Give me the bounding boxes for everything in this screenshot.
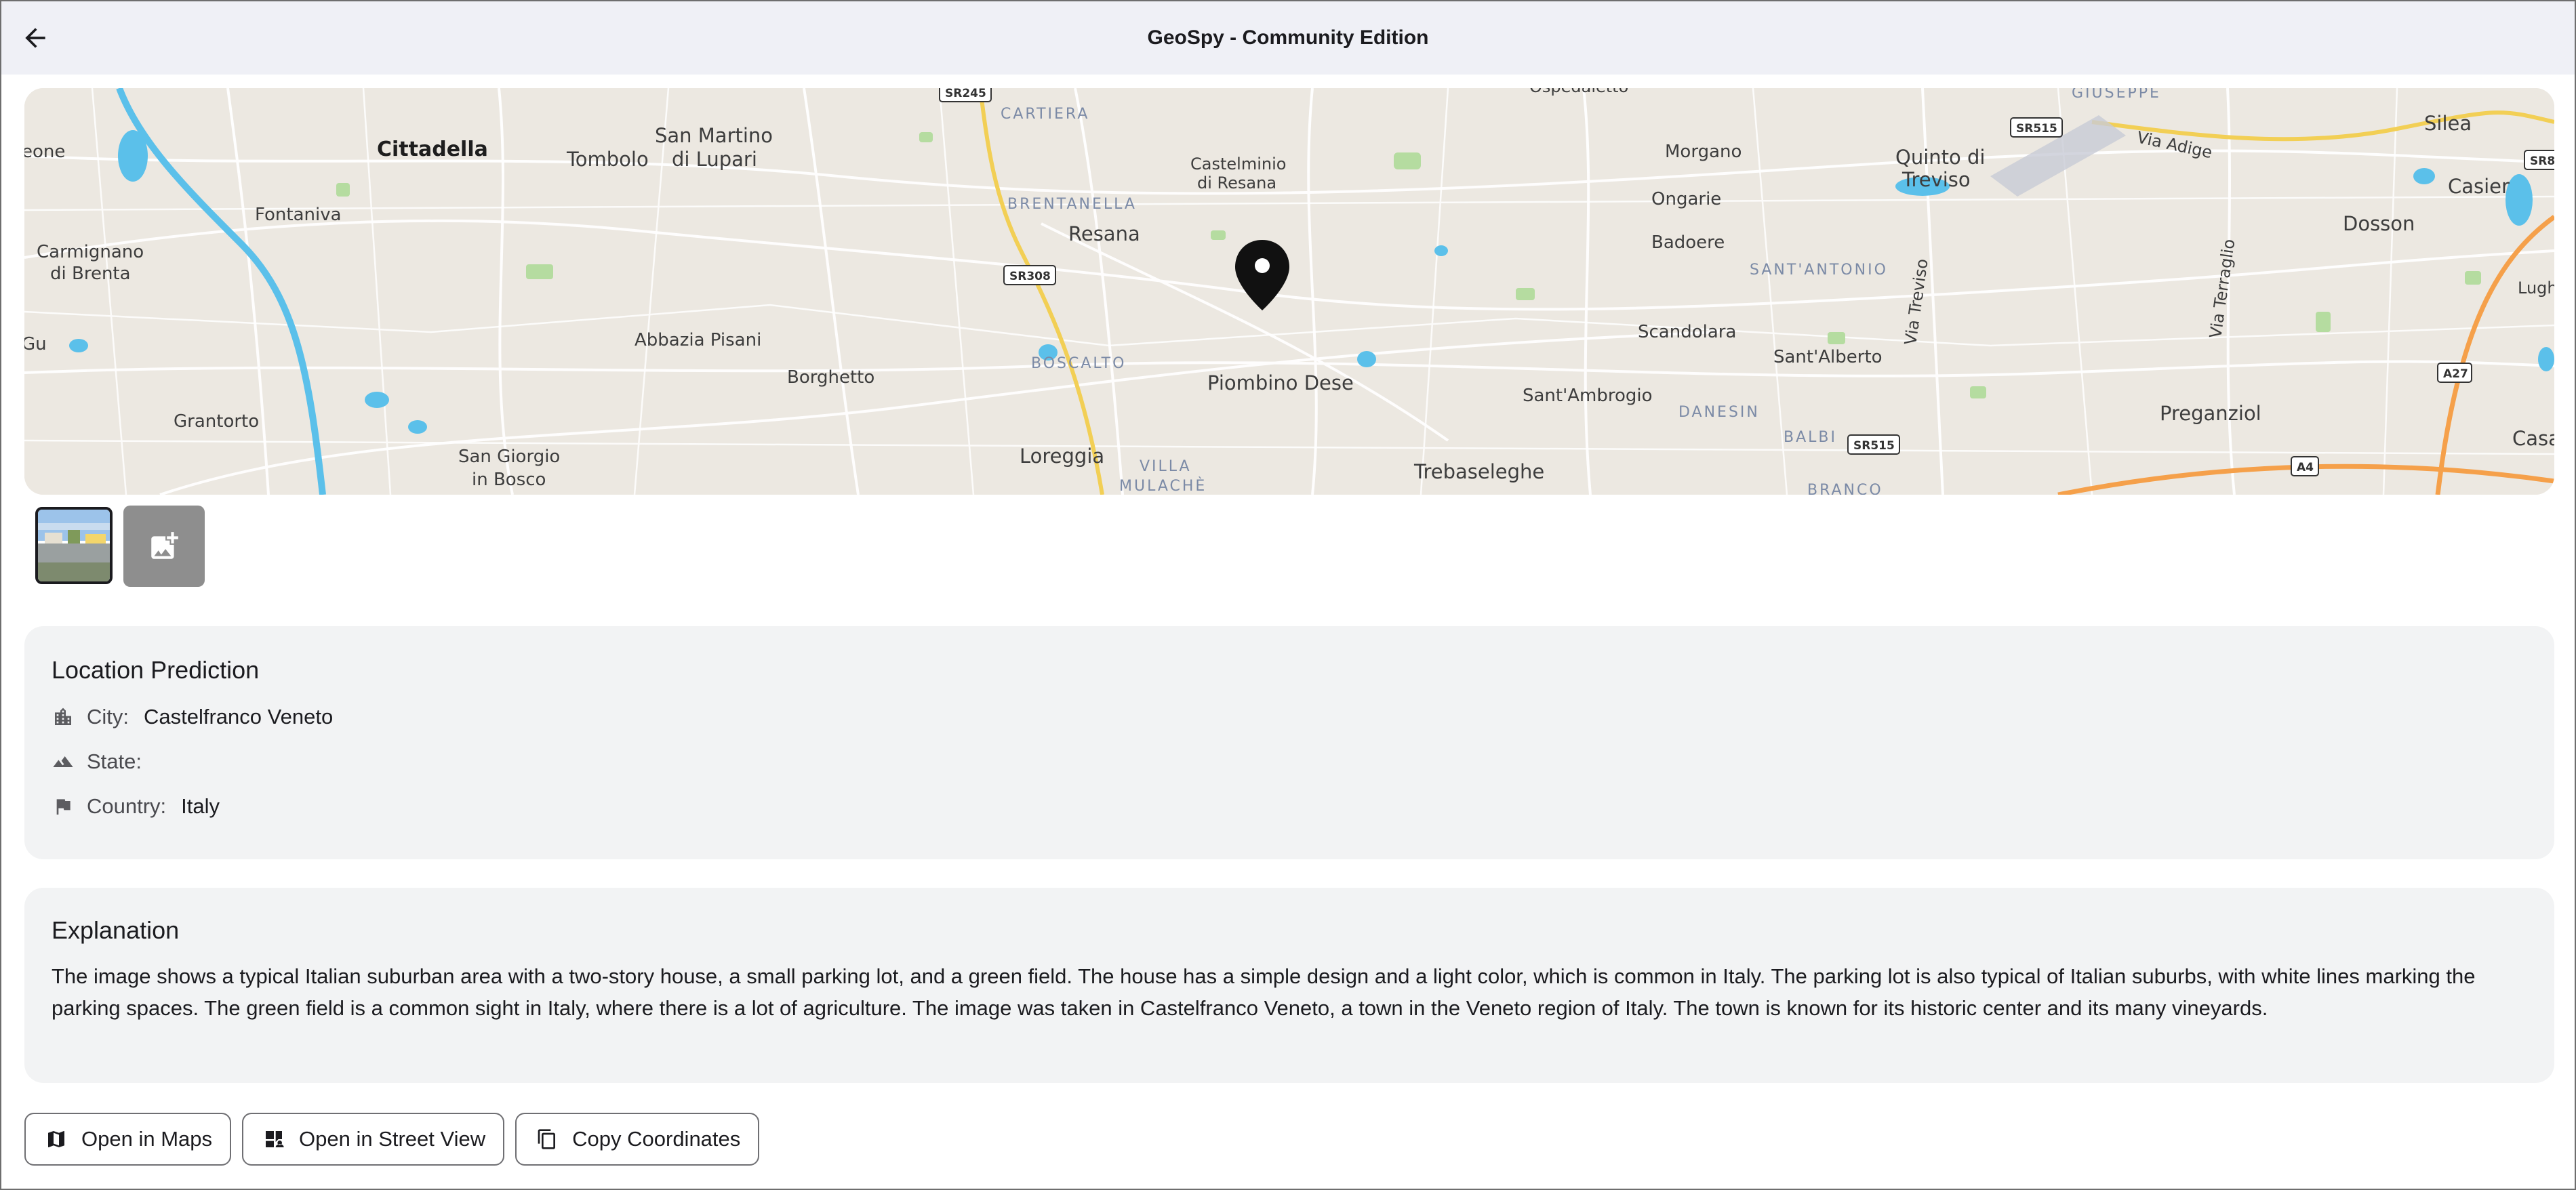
svg-text:Sant'Alberto: Sant'Alberto	[1773, 347, 1883, 367]
photo-thumbnail[interactable]	[35, 507, 113, 584]
svg-text:Carmignano: Carmignano	[37, 242, 144, 262]
explanation-text: The image shows a typical Italian suburb…	[52, 964, 2476, 1020]
arrow-left-icon	[25, 28, 45, 48]
svg-text:BRANCO: BRANCO	[1807, 482, 1883, 495]
prediction-title: Location Prediction	[52, 656, 260, 684]
svg-text:BRENTANELLA: BRENTANELLA	[1007, 196, 1137, 213]
svg-text:Borghetto: Borghetto	[787, 367, 874, 388]
svg-text:BALBI: BALBI	[1784, 429, 1837, 446]
action-buttons: Open in Maps Open in Street View Copy Co…	[24, 1113, 760, 1166]
svg-text:Ospedaletto: Ospedaletto	[1529, 88, 1628, 96]
svg-text:SR245: SR245	[945, 88, 986, 100]
country-label: Country:	[87, 794, 167, 818]
back-button[interactable]	[15, 18, 56, 58]
svg-text:VILLA: VILLA	[1140, 458, 1192, 475]
copy-coordinates-button[interactable]: Copy Coordinates	[515, 1113, 760, 1166]
svg-text:Dosson: Dosson	[2343, 212, 2415, 235]
svg-text:SR515: SR515	[1853, 439, 1895, 453]
svg-text:Trebaseleghe: Trebaseleghe	[1413, 460, 1544, 483]
svg-text:San Martino: San Martino	[655, 124, 773, 147]
svg-text:A4: A4	[2297, 461, 2314, 474]
svg-text:Abbazia Pisani: Abbazia Pisani	[635, 330, 761, 350]
svg-text:Casale: Casale	[2512, 427, 2554, 450]
svg-text:di Resana: di Resana	[1197, 173, 1276, 192]
svg-text:SANT'ANTONIO: SANT'ANTONIO	[1750, 262, 1888, 279]
svg-text:Badoere: Badoere	[1651, 232, 1725, 253]
country-row: Country: Italy	[52, 794, 2527, 819]
svg-text:di Brenta: di Brenta	[50, 264, 131, 284]
map-view[interactable]: Cittadella San Martino di Lupari Tombolo…	[24, 88, 2554, 495]
add-photo-icon	[151, 532, 178, 559]
city-buildings-icon	[52, 705, 75, 729]
svg-text:DANESIN: DANESIN	[1678, 404, 1760, 421]
open-in-street-view-label: Open in Street View	[299, 1127, 486, 1151]
svg-text:Gu: Gu	[24, 334, 47, 354]
svg-text:Quinto di: Quinto di	[1895, 146, 1985, 169]
svg-text:SR8: SR8	[2530, 155, 2554, 168]
country-value: Italy	[181, 794, 220, 818]
add-photo-button[interactable]	[123, 506, 205, 587]
svg-text:CARTIERA: CARTIERA	[1001, 106, 1089, 123]
svg-text:Preganziol: Preganziol	[2160, 402, 2261, 425]
svg-text:Castelminio: Castelminio	[1190, 155, 1286, 173]
svg-text:di Lupari: di Lupari	[672, 148, 757, 171]
flag-icon	[52, 795, 75, 818]
location-prediction-card: Location Prediction City: Castelfranco V…	[24, 626, 2554, 859]
copy-icon	[536, 1128, 559, 1151]
svg-text:BOSCALTO: BOSCALTO	[1031, 355, 1126, 372]
svg-text:SR515: SR515	[2016, 122, 2057, 136]
app-bar: GeoSpy - Community Edition	[1, 1, 2575, 75]
svg-text:GIUSEPPE: GIUSEPPE	[2072, 88, 2161, 102]
svg-text:Sant'Ambrogio: Sant'Ambrogio	[1523, 386, 1653, 406]
svg-text:Piombino Dese: Piombino Dese	[1207, 371, 1354, 394]
open-in-maps-button[interactable]: Open in Maps	[24, 1113, 231, 1166]
street-view-icon	[262, 1128, 285, 1151]
svg-text:A27: A27	[2443, 367, 2468, 381]
state-label: State:	[87, 750, 142, 773]
svg-text:Silea: Silea	[2424, 112, 2472, 135]
svg-text:Resana: Resana	[1068, 222, 1140, 245]
explanation-title: Explanation	[52, 916, 180, 944]
svg-text:Tombolo: Tombolo	[566, 148, 649, 171]
app-title: GeoSpy - Community Edition	[1147, 26, 1429, 49]
svg-text:Treviso: Treviso	[1901, 168, 1971, 191]
svg-text:Ongarie: Ongarie	[1651, 189, 1721, 209]
city-value: Castelfranco Veneto	[144, 705, 334, 729]
svg-text:Grantorto: Grantorto	[174, 411, 259, 432]
open-in-street-view-button[interactable]: Open in Street View	[242, 1113, 505, 1166]
svg-text:Scandolara: Scandolara	[1638, 322, 1736, 342]
svg-text:Lughig: Lughig	[2518, 279, 2554, 298]
svg-text:SR308: SR308	[1009, 270, 1051, 283]
photo-thumbnails	[35, 506, 205, 587]
landscape-icon	[52, 750, 75, 773]
svg-text:Loreggia: Loreggia	[1020, 445, 1104, 468]
svg-text:Fontaniva: Fontaniva	[255, 205, 342, 225]
svg-text:MULACHÈ: MULACHÈ	[1119, 477, 1207, 495]
svg-text:eone: eone	[24, 142, 65, 162]
svg-text:in Bosco: in Bosco	[472, 470, 546, 490]
svg-text:Casier: Casier	[2448, 175, 2510, 198]
svg-text:Cittadella: Cittadella	[377, 138, 488, 161]
city-label: City:	[87, 705, 129, 729]
svg-text:Morgano: Morgano	[1665, 142, 1742, 162]
svg-text:San Giorgio: San Giorgio	[458, 447, 560, 467]
open-in-maps-label: Open in Maps	[81, 1127, 212, 1151]
map-icon	[45, 1128, 68, 1151]
explanation-card: Explanation The image shows a typical It…	[24, 888, 2554, 1083]
state-row: State:	[52, 750, 2527, 774]
copy-coordinates-label: Copy Coordinates	[572, 1127, 741, 1151]
city-row: City: Castelfranco Veneto	[52, 705, 2527, 729]
